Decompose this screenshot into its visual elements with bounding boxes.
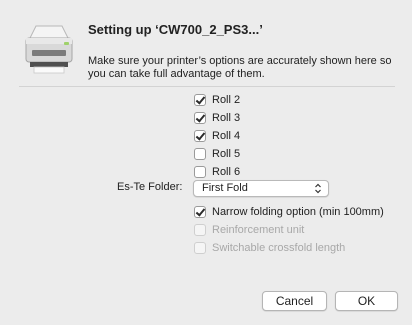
dialog-title: Setting up ‘CW700_2_PS3...’ [88, 22, 263, 37]
checkbox-label: Roll 3 [212, 112, 241, 124]
roll-6-checkbox[interactable]: Roll 6 [194, 166, 240, 178]
roll-5-checkbox[interactable]: Roll 5 [194, 148, 240, 160]
es-te-folder-label: Es-Te Folder: [117, 181, 183, 193]
narrow-folding-checkbox[interactable]: Narrow folding option (min 100mm) [194, 206, 384, 218]
checkbox-label: Roll 6 [212, 166, 241, 178]
checkbox-box[interactable] [194, 224, 206, 236]
roll-2-checkbox[interactable]: Roll 2 [194, 94, 240, 106]
checkbox-box[interactable] [194, 206, 206, 218]
checkbox-label: Roll 5 [212, 148, 241, 160]
crossfold-length-checkbox[interactable]: Switchable crossfold length [194, 242, 345, 254]
roll-3-checkbox[interactable]: Roll 3 [194, 112, 240, 124]
divider [19, 86, 395, 87]
checkbox-box[interactable] [194, 148, 206, 160]
select-value: First Fold [202, 182, 248, 194]
checkbox-label: Switchable crossfold length [212, 242, 346, 254]
checkbox-label: Roll 4 [212, 130, 241, 142]
cancel-button[interactable]: Cancel [262, 291, 327, 311]
checkbox-box[interactable] [194, 166, 206, 178]
roll-4-checkbox[interactable]: Roll 4 [194, 130, 240, 142]
checkbox-box[interactable] [194, 130, 206, 142]
updown-chevron-icon [315, 183, 321, 194]
checkbox-label: Narrow folding option (min 100mm) [212, 206, 384, 218]
printer-icon [25, 25, 73, 74]
checkbox-box[interactable] [194, 94, 206, 106]
es-te-folder-select[interactable]: First Fold [193, 180, 329, 197]
ok-button[interactable]: OK [335, 291, 398, 311]
checkbox-label: Roll 2 [212, 94, 241, 106]
dialog-description: Make sure your printer’s options are acc… [88, 55, 392, 80]
reinforcement-unit-checkbox[interactable]: Reinforcement unit [194, 224, 304, 236]
checkbox-box[interactable] [194, 112, 206, 124]
checkbox-box[interactable] [194, 242, 206, 254]
printer-setup-dialog: Setting up ‘CW700_2_PS3...’ Make sure yo… [0, 0, 412, 325]
checkbox-label: Reinforcement unit [212, 224, 305, 236]
